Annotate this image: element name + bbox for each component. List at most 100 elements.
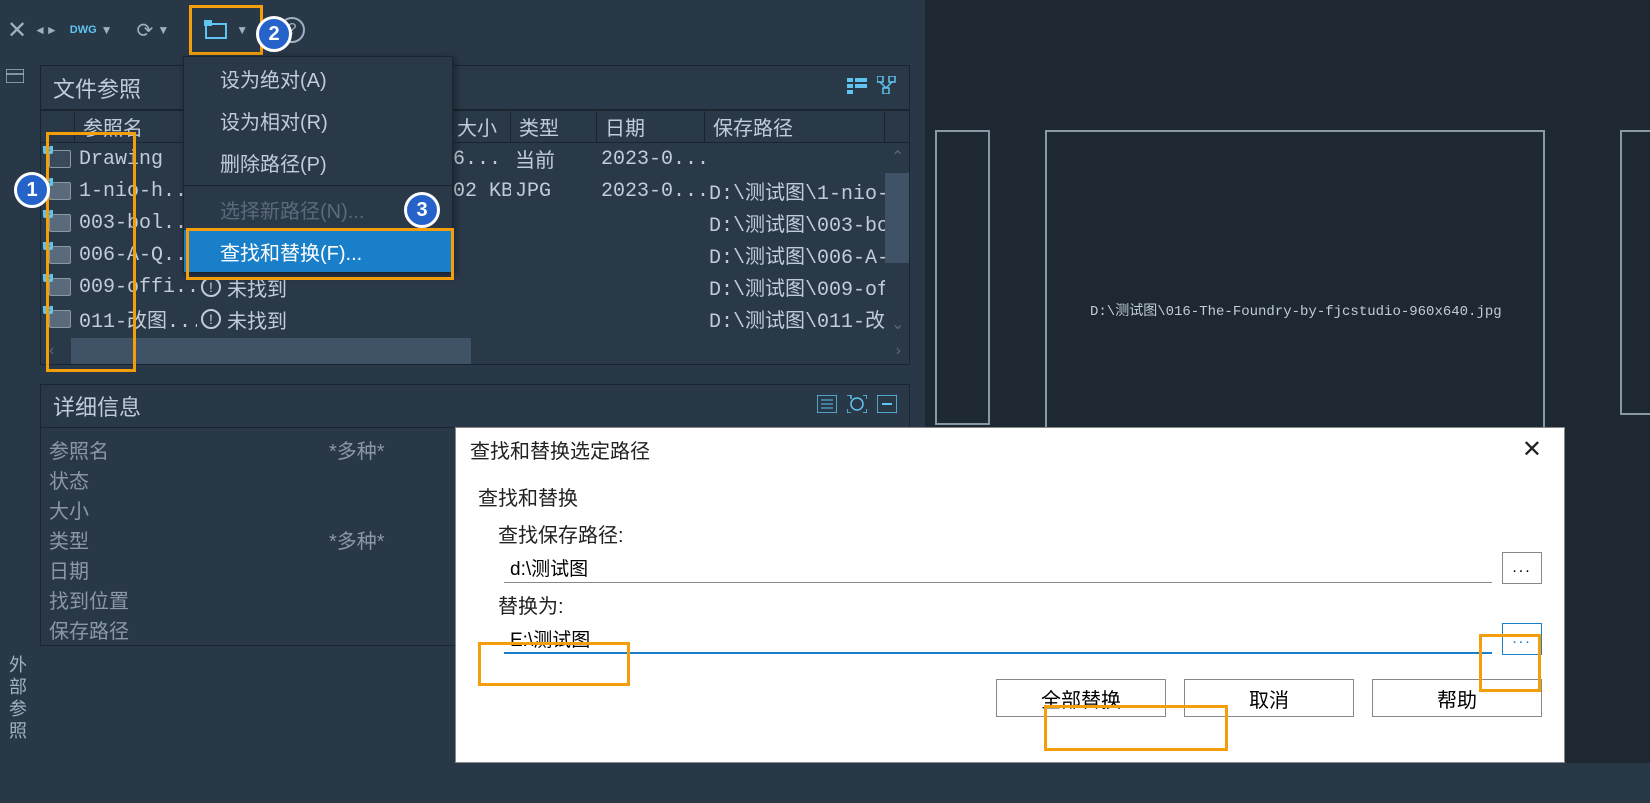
- collapse-icon[interactable]: [877, 395, 897, 418]
- preview-icon[interactable]: [847, 395, 867, 418]
- menu-remove-path[interactable]: 删除路径(P): [184, 141, 452, 183]
- file-refs-panel: 文件参照 参照名 状态 大小 类型 日期 保存路径 C Drawing: [40, 65, 910, 365]
- annotation-badge-1: 1: [14, 172, 50, 208]
- cell-name: Drawing: [75, 148, 197, 171]
- details-value: *多种*: [329, 525, 385, 554]
- image-ref-icon: C: [45, 274, 75, 300]
- left-sidebar-strip: 外部参照: [0, 60, 30, 763]
- path-context-menu: 设为绝对(A) 设为相对(R) 删除路径(P) 选择新路径(N)... 查找和替…: [183, 56, 453, 273]
- scroll-up-icon: ⌃: [891, 147, 904, 167]
- cell-path: D:\测试图\006-A-: [705, 240, 885, 270]
- help-button[interactable]: 帮助: [1372, 679, 1542, 717]
- details-label: 参照名: [49, 435, 329, 464]
- dialog-buttons: 全部替换 取消 帮助: [456, 655, 1564, 731]
- refresh-icon: ⟳: [137, 18, 154, 43]
- path-dropdown[interactable]: ▼: [189, 5, 263, 55]
- browse-find-button[interactable]: ...: [1502, 552, 1542, 584]
- dialog-body: 查找和替换 查找保存路径: ... 替换为: ...: [456, 470, 1564, 655]
- chevron-down-icon: ▼: [157, 23, 169, 37]
- list-view-icon[interactable]: [847, 76, 867, 99]
- scroll-left-icon: ‹: [49, 342, 54, 360]
- table-row[interactable]: C 009-offi... !未找到 D:\测试图\009-of: [41, 271, 909, 303]
- table-row[interactable]: C 006-A-Q... D:\测试图\006-A-: [41, 239, 909, 271]
- close-icon[interactable]: ✕: [1514, 435, 1550, 464]
- table-body: C Drawing 6... 当前 2023-0... C 1-nio-h...…: [41, 143, 909, 338]
- browse-replace-button[interactable]: ...: [1502, 623, 1542, 655]
- image-ref-icon: C: [45, 306, 75, 332]
- table-header: 参照名 状态 大小 类型 日期 保存路径: [41, 111, 909, 143]
- details-header: 详细信息: [40, 384, 910, 428]
- cell-path: D:\测试图\003-bo: [705, 208, 885, 238]
- folder-path-icon: [204, 18, 232, 42]
- image-ref-icon: C: [45, 210, 75, 236]
- horizontal-scrollbar[interactable]: ‹ ›: [41, 338, 909, 364]
- menu-find-replace[interactable]: 查找和替换(F)...: [184, 230, 452, 272]
- find-label: 查找保存路径:: [498, 519, 1542, 548]
- scrollbar-thumb[interactable]: [71, 338, 471, 364]
- cell-date: 2023-0...: [597, 180, 705, 203]
- cell-status: !未找到: [197, 305, 449, 334]
- table-row[interactable]: C Drawing 6... 当前 2023-0...: [41, 143, 909, 175]
- cell-date: 2023-0...: [597, 148, 705, 171]
- replace-label: 替换为:: [498, 590, 1542, 619]
- cell-path: D:\测试图\011-改: [705, 304, 885, 334]
- find-path-input[interactable]: [504, 553, 1492, 583]
- table-row[interactable]: C 011-改图... !未找到 D:\测试图\011-改: [41, 303, 909, 335]
- cell-name: 003-bol...: [75, 212, 197, 235]
- arrows-icon[interactable]: ◄►: [34, 25, 58, 35]
- details-label: 日期: [49, 555, 329, 584]
- refresh-dropdown[interactable]: ⟳ ▼: [129, 10, 178, 50]
- dwg-label: DWG: [70, 24, 97, 36]
- dwg-dropdown[interactable]: DWG ▼: [62, 10, 121, 50]
- find-replace-dialog: 查找和替换选定路径 ✕ 查找和替换 查找保存路径: ... 替换为: ... 全…: [455, 427, 1565, 763]
- menu-set-relative[interactable]: 设为相对(R): [184, 99, 452, 141]
- replace-all-button[interactable]: 全部替换: [996, 679, 1166, 717]
- close-icon[interactable]: ✕: [2, 15, 32, 45]
- col-header-name[interactable]: 参照名: [75, 111, 197, 142]
- details-label: 颜色系统: [49, 645, 329, 647]
- col-header-path[interactable]: 保存路径: [705, 111, 885, 142]
- tree-view-icon[interactable]: [877, 76, 897, 99]
- cell-name: 006-A-Q...: [75, 244, 197, 267]
- panel-icon[interactable]: [3, 64, 27, 88]
- col-header-date[interactable]: 日期: [597, 111, 705, 142]
- drawing-rect-left: [935, 130, 990, 425]
- col-header-size[interactable]: 大小: [449, 111, 511, 142]
- annotation-badge-2: 2: [256, 16, 292, 52]
- vertical-scrollbar[interactable]: ⌃ ⌄: [885, 143, 909, 338]
- cell-size: 02 KB: [449, 180, 511, 203]
- col-header-icon[interactable]: [41, 111, 75, 142]
- dialog-title: 查找和替换选定路径: [470, 435, 1514, 464]
- cell-size: 6...: [449, 148, 511, 171]
- cell-type: JPG: [511, 180, 597, 203]
- cell-name: 009-offi...: [75, 276, 197, 299]
- cell-name: 1-nio-h...: [75, 180, 197, 203]
- col-header-type[interactable]: 类型: [511, 111, 597, 142]
- dwg-ref-icon: C: [45, 146, 75, 172]
- annotation-badge-3: 3: [404, 192, 440, 228]
- replace-path-input[interactable]: [504, 624, 1492, 654]
- cell-path: D:\测试图\009-of: [705, 272, 885, 302]
- scrollbar-thumb[interactable]: [885, 173, 909, 263]
- details-label: 找到位置: [49, 585, 329, 614]
- refs-table: 参照名 状态 大小 类型 日期 保存路径 C Drawing 6... 当前 2…: [40, 110, 910, 365]
- drawing-rect-right: [1620, 130, 1650, 415]
- image-ref-icon: C: [45, 242, 75, 268]
- chevron-down-icon: ▼: [236, 23, 248, 37]
- sidebar-vertical-label: 外部参照: [4, 655, 30, 743]
- details-label: 保存路径: [49, 615, 329, 644]
- table-row[interactable]: C 003-bol... D:\测试图\003-bo: [41, 207, 909, 239]
- warning-icon: !: [201, 309, 221, 329]
- chevron-down-icon: ▼: [101, 23, 113, 37]
- warning-icon: !: [201, 277, 221, 297]
- cancel-button[interactable]: 取消: [1184, 679, 1354, 717]
- cell-type: 当前: [511, 144, 597, 174]
- dialog-titlebar[interactable]: 查找和替换选定路径 ✕: [456, 428, 1564, 470]
- cell-status: !未找到: [197, 273, 449, 302]
- scroll-down-icon: ⌄: [891, 314, 904, 334]
- scroll-right-icon: ›: [896, 342, 901, 360]
- details-label: 大小: [49, 495, 329, 524]
- details-list-icon[interactable]: [817, 395, 837, 418]
- menu-set-absolute[interactable]: 设为绝对(A): [184, 57, 452, 99]
- table-row[interactable]: C 1-nio-h... 02 KB JPG 2023-0... D:\测试图\…: [41, 175, 909, 207]
